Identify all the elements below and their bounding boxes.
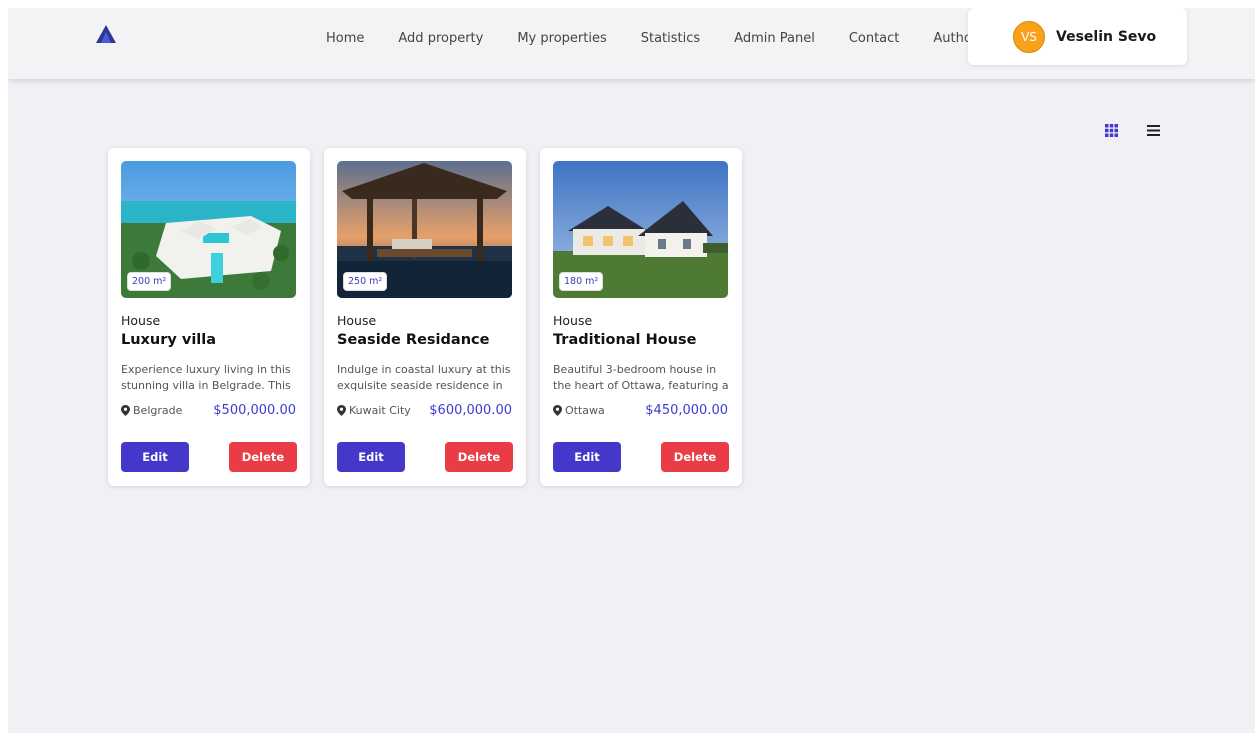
navbar: Home Add property My properties Statisti… <box>8 8 1255 79</box>
map-pin-icon <box>121 405 130 416</box>
nav-link-statistics[interactable]: Statistics <box>641 31 700 46</box>
property-image-seaside[interactable]: 250 m² <box>337 161 512 298</box>
area-badge: 200 m² <box>127 272 172 291</box>
nav-link-admin-panel[interactable]: Admin Panel <box>734 31 815 46</box>
area-badge: 250 m² <box>343 272 388 291</box>
property-description: Indulge in coastal luxury at this exquis… <box>337 363 511 392</box>
list-view-icon[interactable] <box>1147 124 1160 137</box>
property-location: Kuwait City <box>337 404 411 417</box>
property-type: House <box>337 313 377 328</box>
grid-view-icon[interactable] <box>1105 124 1118 137</box>
user-name: Veselin Sevo <box>1056 28 1157 45</box>
edit-button[interactable]: Edit <box>121 442 189 472</box>
property-price: $450,000.00 <box>645 403 728 418</box>
property-type: House <box>121 313 161 328</box>
edit-button[interactable]: Edit <box>553 442 621 472</box>
nav-links: Home Add property My properties Statisti… <box>326 8 977 68</box>
property-location: Belgrade <box>121 404 182 417</box>
property-price: $600,000.00 <box>429 403 512 418</box>
location-text: Ottawa <box>565 404 605 417</box>
location-text: Belgrade <box>133 404 183 417</box>
property-image-villa[interactable]: 200 m² <box>121 161 296 298</box>
property-title[interactable]: Luxury villa <box>121 332 216 348</box>
app-frame: Home Add property My properties Statisti… <box>8 8 1255 733</box>
map-pin-icon <box>553 405 562 416</box>
property-description: Beautiful 3-bedroom house in the heart o… <box>553 363 729 392</box>
property-title[interactable]: Traditional House <box>553 332 696 348</box>
property-list: 200 m² House Luxury villa Experience lux… <box>108 148 756 486</box>
property-card: 250 m² House Seaside Residance Indulge i… <box>324 148 526 486</box>
property-description: Experience luxury living in this stunnin… <box>121 363 291 392</box>
property-type: House <box>553 313 593 328</box>
location-text: Kuwait City <box>349 404 411 417</box>
map-pin-icon <box>337 405 346 416</box>
house-logo-icon[interactable] <box>94 23 118 47</box>
property-location: Ottawa <box>553 404 605 417</box>
delete-button[interactable]: Delete <box>229 442 297 472</box>
nav-link-contact[interactable]: Contact <box>849 31 900 46</box>
nav-link-my-properties[interactable]: My properties <box>517 31 606 46</box>
delete-button[interactable]: Delete <box>445 442 513 472</box>
property-card: 180 m² House Traditional House Beautiful… <box>540 148 742 486</box>
edit-button[interactable]: Edit <box>337 442 405 472</box>
nav-link-home[interactable]: Home <box>326 31 364 46</box>
property-image-traditional[interactable]: 180 m² <box>553 161 728 298</box>
delete-button[interactable]: Delete <box>661 442 729 472</box>
property-title[interactable]: Seaside Residance <box>337 332 489 348</box>
avatar: VS <box>1013 20 1045 53</box>
nav-link-add-property[interactable]: Add property <box>398 31 483 46</box>
area-badge: 180 m² <box>559 272 604 291</box>
property-price: $500,000.00 <box>213 403 296 418</box>
user-menu[interactable]: VS Veselin Sevo <box>968 8 1187 65</box>
property-card: 200 m² House Luxury villa Experience lux… <box>108 148 310 486</box>
